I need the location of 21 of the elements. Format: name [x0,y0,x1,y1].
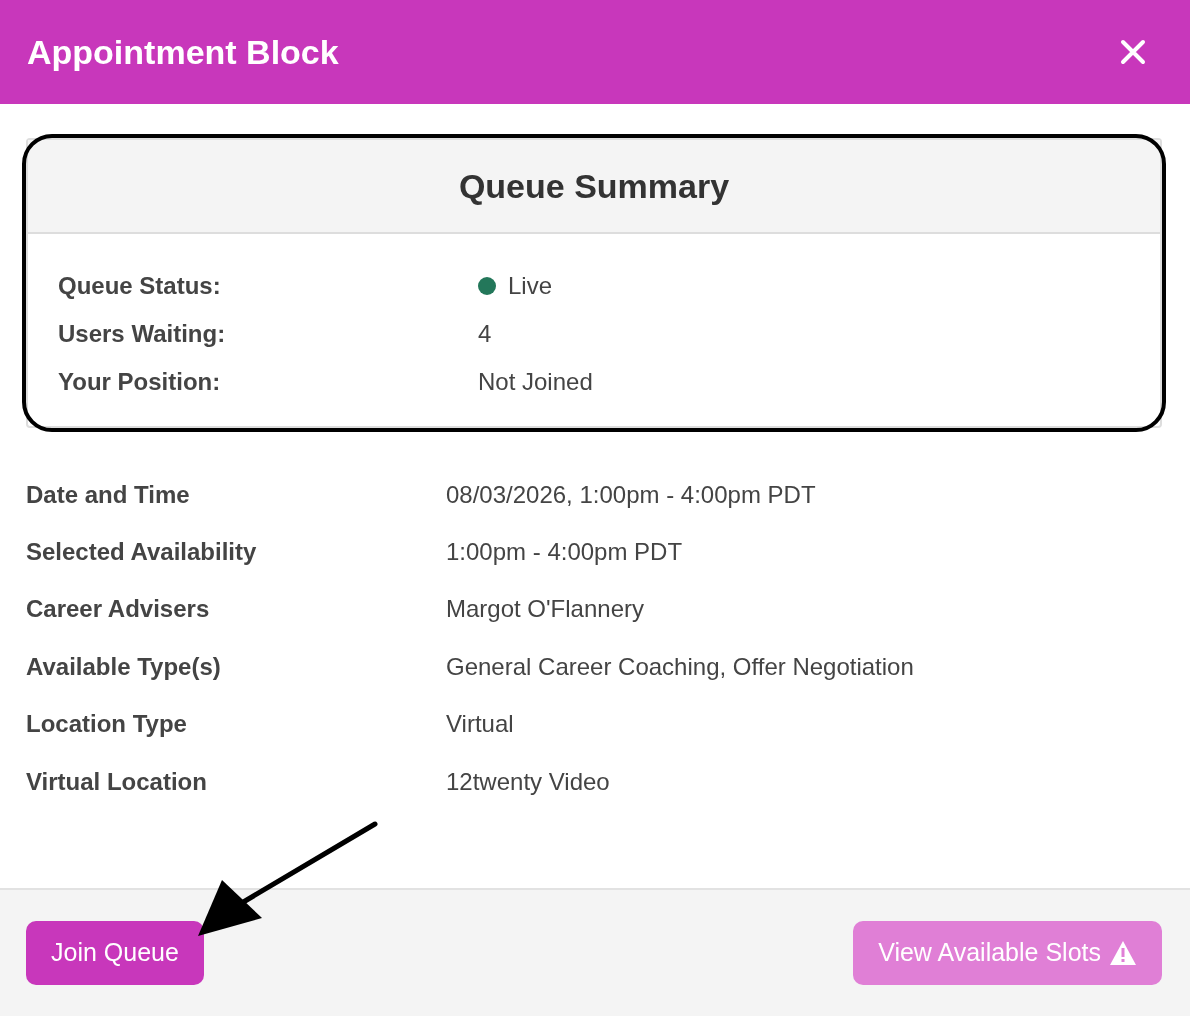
card-title: Queue Summary [458,165,730,207]
field-value: 12twenty Video [446,766,610,797]
field-label: Career Advisers [26,594,211,625]
field-label: Location Type [26,709,188,740]
field-value: Not Joined [478,367,593,397]
field-label: Virtual Location [26,766,208,797]
field-label: Users Waiting: [58,319,227,349]
field-label: Date and Time [26,479,191,510]
field-label: Available Type(s) [26,651,222,682]
field-value: Virtual [446,709,514,740]
field-value: General Career Coaching, Offer Negotiation [446,651,914,682]
field-value: 08/03/2026, 1:00pm - 4:00pm PDT [446,479,816,510]
field-label: Selected Availability [26,537,258,568]
field-label: Your Position: [58,367,222,397]
join-button[interactable]: Join Queue [26,921,204,985]
field-value: 4 [478,319,492,349]
field-value: 1:00pm - 4:00pm PDT [446,537,683,568]
field-value: Margot O'Flannery [446,594,644,625]
field-label: Queue Status: [58,271,222,301]
modal-title: Appointment Block [27,31,339,73]
field-value: Live [508,271,553,301]
